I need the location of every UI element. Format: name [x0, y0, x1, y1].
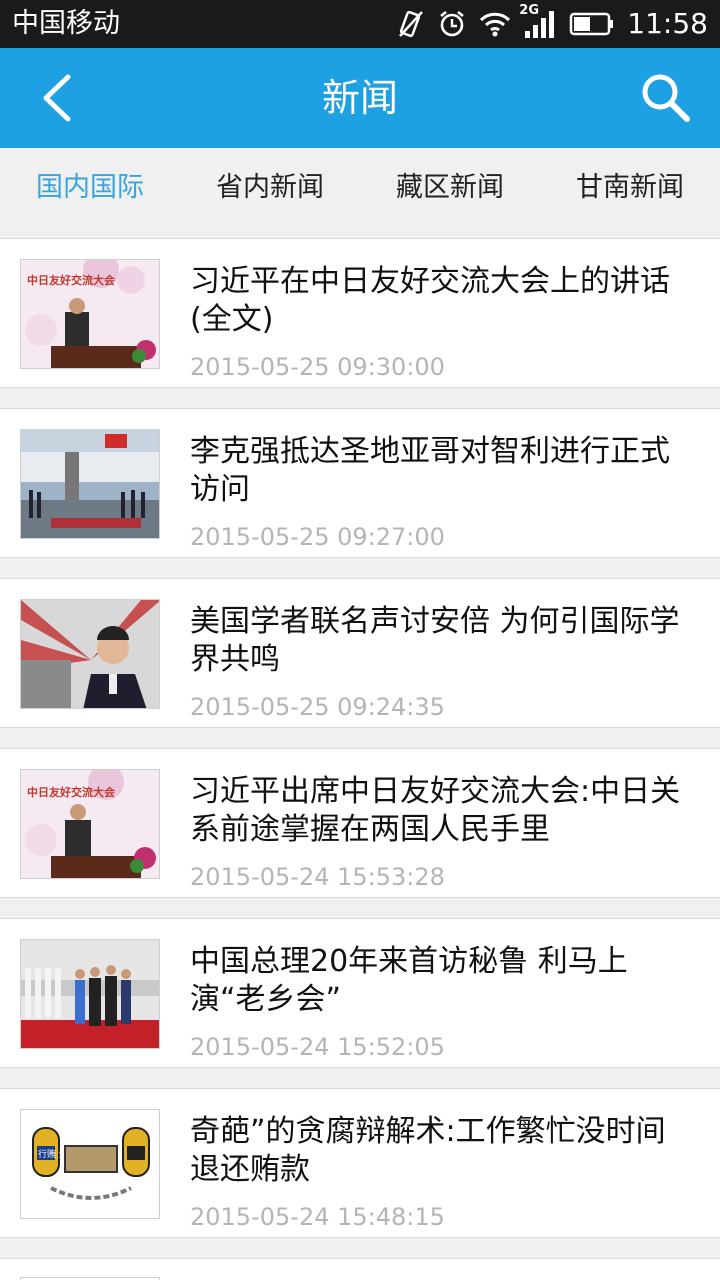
- news-title: 美国学者联名声讨安倍 为何引国际学界共鸣: [190, 604, 680, 677]
- battery-icon: [569, 11, 615, 37]
- news-date: 2015-05-25 09:24:35: [190, 693, 445, 721]
- news-item[interactable]: 李克强抵达圣地亚哥对智利进行正式访问 2015-05-25 09:27:00: [0, 408, 720, 558]
- news-title: 奇葩”的贪腐辩解术:工作繁忙没时间退还贿款: [190, 1114, 666, 1187]
- news-item[interactable]: 中日友好交流大会 习近平出席中日友好交流大会:中日关系前途掌握在两国人民手里 2…: [0, 748, 720, 898]
- search-icon: [642, 74, 690, 122]
- tab-domestic-international[interactable]: 国内国际: [0, 148, 180, 228]
- news-item[interactable]: 中国总理20年来首访秘鲁 利马上演“老乡会” 2015-05-24 15:52:…: [0, 918, 720, 1068]
- news-item[interactable]: 中日友好交流大会 习近平在中日友好交流大会上的讲话(全文) 2015-05-25…: [0, 238, 720, 388]
- search-button[interactable]: [636, 68, 696, 128]
- news-item[interactable]: 美国学者联名声讨安倍 为何引国际学界共鸣 2015-05-25 09:24:35: [0, 578, 720, 728]
- news-list: 中日友好交流大会 习近平在中日友好交流大会上的讲话(全文) 2015-05-25…: [0, 238, 720, 1258]
- status-bar: 中国移动 2G 11:58: [0, 0, 720, 48]
- news-date: 2015-05-25 09:30:00: [190, 353, 445, 381]
- news-thumbnail: 中日友好交流大会: [20, 259, 160, 369]
- tab-province-news[interactable]: 省内新闻: [180, 148, 360, 228]
- tab-tibetan-area-news[interactable]: 藏区新闻: [360, 148, 540, 228]
- news-date: 2015-05-25 09:27:00: [190, 523, 445, 551]
- status-icons: 2G 11:58: [397, 3, 708, 42]
- wifi-icon: [479, 11, 511, 37]
- news-item-partial[interactable]: [0, 1258, 720, 1280]
- thumb-caption: 中日友好交流大会: [27, 785, 116, 799]
- signal-icon: 2G: [519, 3, 557, 39]
- news-thumbnail: [20, 429, 160, 539]
- news-thumbnail: [20, 939, 160, 1049]
- news-date: 2015-05-24 15:52:05: [190, 1033, 445, 1061]
- category-tabs: 国内国际 省内新闻 藏区新闻 甘南新闻: [0, 148, 720, 228]
- network-type-label: 2G: [519, 3, 540, 18]
- news-date: 2015-05-24 15:48:15: [190, 1203, 445, 1231]
- page-title: 新闻: [321, 76, 398, 120]
- news-thumbnail: 行贿 受贿: [20, 1109, 160, 1219]
- news-item[interactable]: 行贿 受贿 奇葩”的贪腐辩解术:工作繁忙没时间退还贿款 2015-05-24 1…: [0, 1088, 720, 1238]
- carrier-label: 中国移动: [12, 8, 120, 39]
- news-title: 中国总理20年来首访秘鲁 利马上演“老乡会”: [190, 944, 628, 1017]
- news-thumbnail: 中日友好交流大会: [20, 769, 160, 879]
- news-thumbnail: [20, 599, 160, 709]
- clock: 11:58: [627, 7, 708, 40]
- vibrate-icon: [397, 9, 425, 39]
- news-title: 李克强抵达圣地亚哥对智利进行正式访问: [190, 434, 670, 507]
- news-date: 2015-05-24 15:53:28: [190, 863, 445, 891]
- thumb-caption: 中日友好交流大会: [27, 273, 116, 287]
- tab-gannan-news[interactable]: 甘南新闻: [540, 148, 720, 228]
- alarm-icon: [437, 9, 467, 39]
- app-header: 新闻: [0, 48, 720, 148]
- news-title: 习近平出席中日友好交流大会:中日关系前途掌握在两国人民手里: [190, 774, 681, 847]
- news-title: 习近平在中日友好交流大会上的讲话(全文): [190, 264, 670, 337]
